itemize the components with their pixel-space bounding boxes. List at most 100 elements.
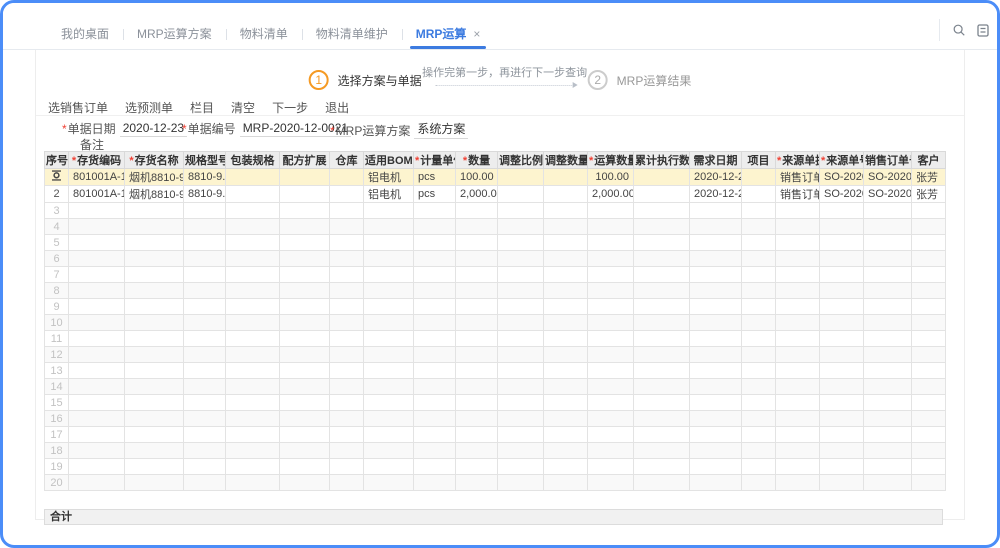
grid-cell[interactable] <box>690 411 742 427</box>
grid-cell[interactable] <box>634 283 690 299</box>
grid-cell[interactable] <box>864 251 912 267</box>
grid-cell[interactable] <box>184 299 226 315</box>
grid-cell[interactable] <box>544 169 588 186</box>
grid-cell[interactable] <box>184 331 226 347</box>
grid-cell[interactable] <box>414 347 456 363</box>
grid-cell[interactable] <box>69 459 125 475</box>
grid-cell[interactable] <box>588 219 634 235</box>
grid-cell[interactable] <box>864 363 912 379</box>
grid-cell[interactable] <box>820 347 864 363</box>
grid-cell[interactable] <box>690 203 742 219</box>
grid-cell[interactable] <box>280 459 330 475</box>
grid-cell[interactable] <box>226 203 280 219</box>
grid-cell[interactable] <box>864 427 912 443</box>
table-row[interactable]: 801001A-1烟机8810-90018810-9...铝电机pcs100.0… <box>45 169 946 186</box>
grid-cell[interactable] <box>330 379 364 395</box>
grid-cell[interactable] <box>125 363 184 379</box>
grid-cell[interactable] <box>125 379 184 395</box>
grid-cell[interactable] <box>498 186 544 203</box>
toolbar-link-2[interactable]: 选预测单 <box>125 99 173 116</box>
grid-cell[interactable] <box>330 219 364 235</box>
grid-cell[interactable] <box>588 427 634 443</box>
grid-cell[interactable] <box>364 443 414 459</box>
grid-cell[interactable] <box>69 331 125 347</box>
grid-cell[interactable] <box>544 379 588 395</box>
grid-cell[interactable]: 100.00 <box>588 169 634 186</box>
grid-cell[interactable] <box>456 219 498 235</box>
grid-cell[interactable] <box>912 299 946 315</box>
grid-cell[interactable] <box>776 331 820 347</box>
grid-cell[interactable] <box>226 283 280 299</box>
grid-cell[interactable] <box>498 267 544 283</box>
grid-cell[interactable] <box>742 299 776 315</box>
row-number-cell[interactable]: 10 <box>45 315 69 331</box>
grid-cell[interactable] <box>414 267 456 283</box>
grid-cell[interactable] <box>414 411 456 427</box>
grid-cell[interactable] <box>69 411 125 427</box>
table-row[interactable]: 11 <box>45 331 946 347</box>
grid-cell[interactable] <box>776 299 820 315</box>
grid-cell[interactable] <box>544 347 588 363</box>
grid-cell[interactable] <box>690 235 742 251</box>
grid-cell[interactable] <box>634 299 690 315</box>
grid-cell[interactable] <box>226 363 280 379</box>
grid-cell[interactable] <box>456 475 498 491</box>
grid-cell[interactable] <box>588 411 634 427</box>
grid-cell[interactable] <box>588 443 634 459</box>
tab-3[interactable]: 物料清单 <box>226 20 302 49</box>
grid-cell[interactable] <box>456 203 498 219</box>
grid-cell[interactable] <box>690 379 742 395</box>
grid-cell[interactable] <box>544 299 588 315</box>
grid-cell[interactable]: 8810-9... <box>184 169 226 186</box>
toolbar-link-4[interactable]: 清空 <box>231 99 255 116</box>
row-number-cell[interactable]: 18 <box>45 443 69 459</box>
grid-cell[interactable] <box>125 331 184 347</box>
grid-cell[interactable] <box>544 251 588 267</box>
grid-cell[interactable] <box>125 443 184 459</box>
grid-cell[interactable] <box>125 395 184 411</box>
grid-cell[interactable] <box>456 411 498 427</box>
grid-cell[interactable]: 铝电机 <box>364 186 414 203</box>
grid-cell[interactable]: 2,000.00 <box>456 186 498 203</box>
grid-cell[interactable] <box>776 235 820 251</box>
grid-cell[interactable] <box>912 331 946 347</box>
grid-cell[interactable] <box>226 235 280 251</box>
grid-cell[interactable]: SO-2020-1... <box>820 169 864 186</box>
grid-cell[interactable] <box>634 395 690 411</box>
grid-cell[interactable] <box>330 283 364 299</box>
grid-cell[interactable] <box>864 459 912 475</box>
grid-cell[interactable] <box>226 475 280 491</box>
grid-cell[interactable] <box>69 427 125 443</box>
grid-cell[interactable] <box>742 475 776 491</box>
table-row[interactable]: 6 <box>45 251 946 267</box>
grid-cell[interactable] <box>544 235 588 251</box>
grid-cell[interactable] <box>776 203 820 219</box>
grid-cell[interactable] <box>544 427 588 443</box>
grid-cell[interactable] <box>184 363 226 379</box>
grid-cell[interactable] <box>498 315 544 331</box>
grid-cell[interactable] <box>280 331 330 347</box>
grid-cell[interactable] <box>498 475 544 491</box>
grid-cell[interactable] <box>820 443 864 459</box>
grid-cell[interactable] <box>226 427 280 443</box>
row-number-cell[interactable] <box>45 169 69 186</box>
grid-cell[interactable] <box>69 443 125 459</box>
grid-cell[interactable]: 8810-9... <box>184 186 226 203</box>
grid-cell[interactable] <box>456 395 498 411</box>
grid-cell[interactable] <box>414 219 456 235</box>
grid-cell[interactable] <box>280 169 330 186</box>
grid-cell[interactable] <box>912 395 946 411</box>
grid-cell[interactable] <box>776 347 820 363</box>
grid-cell[interactable] <box>226 219 280 235</box>
grid-cell[interactable] <box>364 315 414 331</box>
grid-cell[interactable] <box>634 169 690 186</box>
grid-cell[interactable] <box>634 251 690 267</box>
grid-cell[interactable] <box>820 299 864 315</box>
grid-cell[interactable] <box>820 283 864 299</box>
grid-cell[interactable] <box>226 251 280 267</box>
grid-cell[interactable] <box>912 251 946 267</box>
grid-cell[interactable] <box>184 411 226 427</box>
grid-cell[interactable] <box>280 379 330 395</box>
tab-2[interactable]: MRP运算方案 <box>123 20 226 49</box>
row-number-cell[interactable]: 4 <box>45 219 69 235</box>
